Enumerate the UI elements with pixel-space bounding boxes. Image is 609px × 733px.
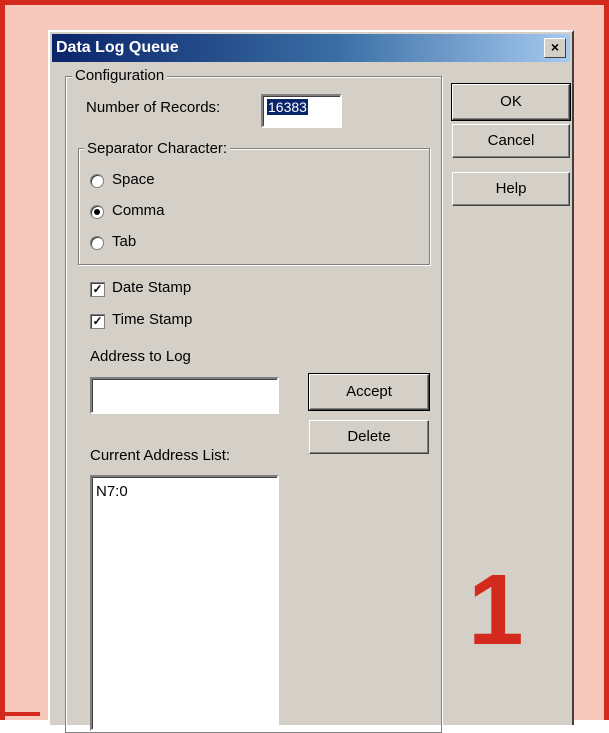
ok-button[interactable]: OK xyxy=(451,83,571,121)
address-list-label: Current Address List: xyxy=(90,447,231,464)
time-stamp-checkbox[interactable]: ✓ xyxy=(90,314,105,329)
records-input[interactable]: 16383 xyxy=(261,94,342,128)
radio-space-label: Space xyxy=(112,171,155,188)
radio-tab-label: Tab xyxy=(112,233,137,250)
radio-selected-dot xyxy=(94,209,100,215)
help-button[interactable]: Help xyxy=(452,172,570,206)
time-stamp-label: Time Stamp xyxy=(112,311,193,328)
address-list[interactable]: N7:0 xyxy=(90,475,279,731)
delete-button[interactable]: Delete xyxy=(309,420,429,454)
address-label: Address to Log xyxy=(90,348,191,365)
radio-tab[interactable] xyxy=(90,236,104,250)
separator-caption: Separator Character: xyxy=(84,140,231,157)
configuration-caption: Configuration xyxy=(72,67,168,84)
cancel-button[interactable]: Cancel xyxy=(452,124,570,158)
title-bar[interactable]: Data Log Queue × xyxy=(52,34,570,62)
address-input[interactable] xyxy=(90,377,279,414)
records-value: 16383 xyxy=(267,99,308,115)
dialog-title: Data Log Queue xyxy=(56,39,179,56)
frame-corner xyxy=(0,712,40,716)
date-stamp-checkbox[interactable]: ✓ xyxy=(90,282,105,297)
close-button[interactable]: × xyxy=(544,38,566,58)
accept-button[interactable]: Accept xyxy=(308,373,430,411)
records-label: Number of Records: xyxy=(86,99,221,116)
date-stamp-label: Date Stamp xyxy=(112,279,192,296)
annotation-number: 1 xyxy=(468,554,524,666)
radio-comma-label: Comma xyxy=(112,202,165,219)
radio-comma[interactable] xyxy=(90,205,104,219)
radio-space[interactable] xyxy=(90,174,104,188)
address-list-item[interactable]: N7:0 xyxy=(96,483,128,500)
